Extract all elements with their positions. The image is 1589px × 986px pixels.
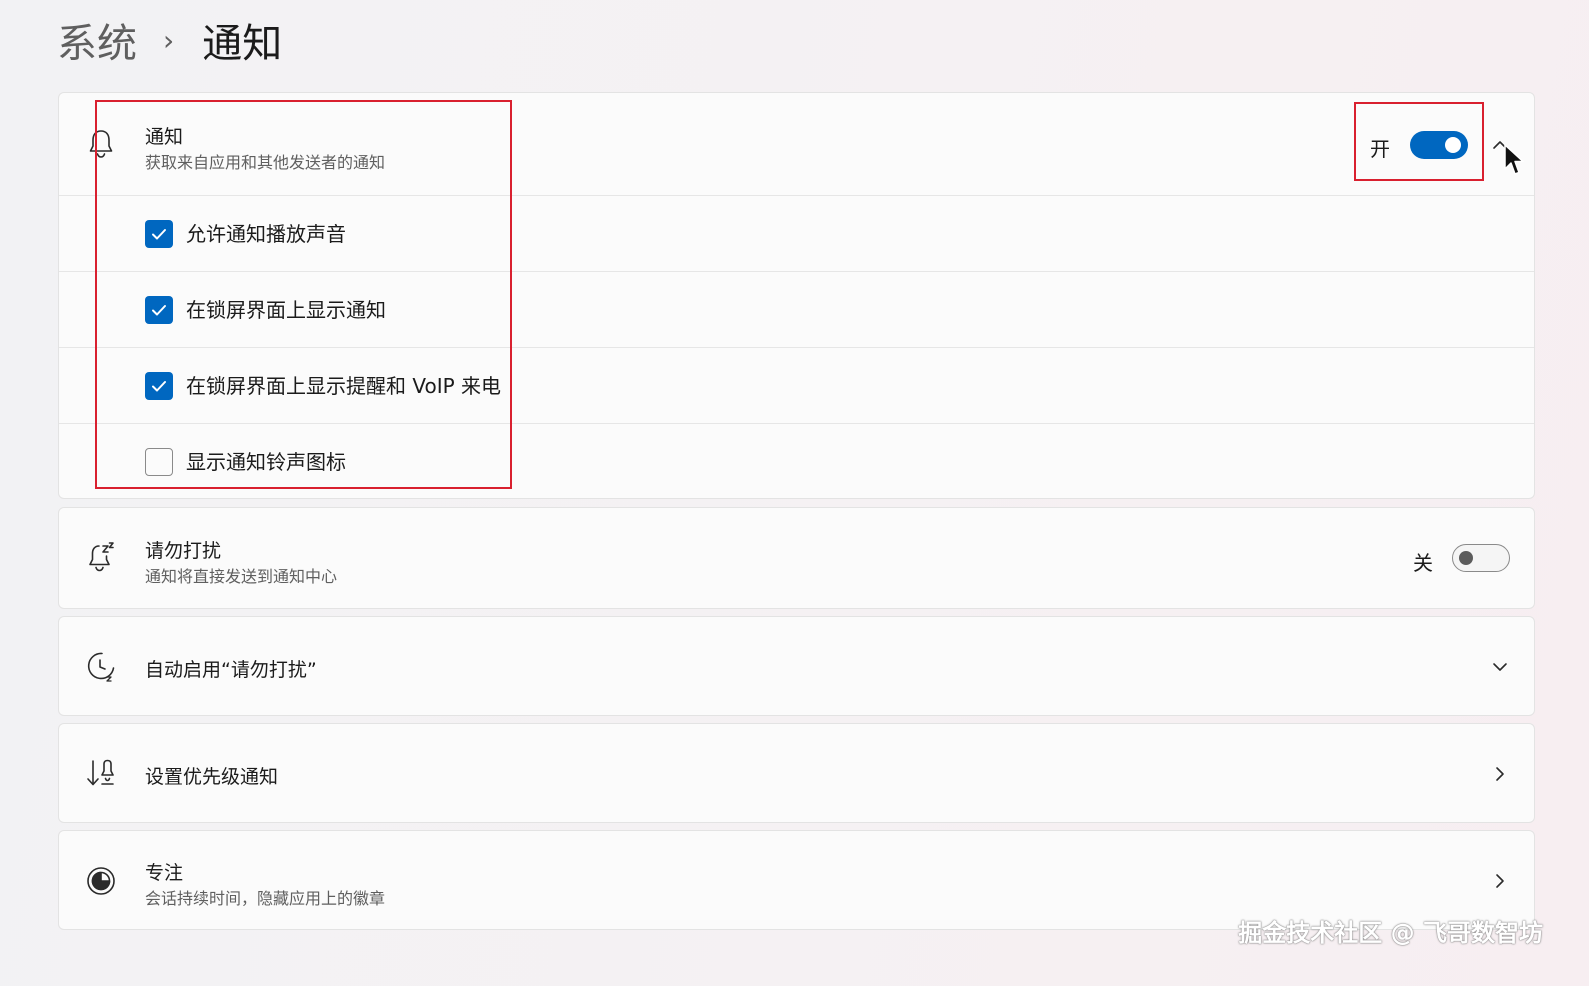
option-label: 显示通知铃声图标	[186, 450, 346, 474]
do-not-disturb-card: 请勿打扰 通知将直接发送到通知中心 关	[58, 507, 1535, 609]
priority-title: 设置优先级通知	[145, 766, 279, 788]
bell-icon	[85, 127, 117, 159]
option-label: 允许通知播放声音	[186, 222, 346, 246]
auto-dnd-title: 自动启用“请勿打扰”	[145, 659, 317, 681]
focus-subtitle: 会话持续时间，隐藏应用上的徽章	[145, 889, 386, 908]
do-not-disturb-toggle[interactable]	[1452, 544, 1510, 572]
breadcrumb-parent-system[interactable]: 系统	[57, 11, 137, 69]
checkbox-checked[interactable]	[145, 220, 173, 248]
do-not-disturb-toggle-label: 关	[1413, 551, 1433, 575]
chevron-right-icon[interactable]	[1490, 871, 1510, 891]
checkbox-unchecked[interactable]	[145, 448, 173, 476]
page-title: 通知	[202, 21, 283, 67]
option-label: 在锁屏界面上显示通知	[186, 298, 386, 322]
checkbox-checked[interactable]	[145, 372, 173, 400]
do-not-disturb-title: 请勿打扰	[145, 540, 222, 562]
option-row-sound[interactable]: 允许通知播放声音	[59, 195, 1534, 271]
clock-icon	[85, 650, 117, 682]
priority-notifications-card[interactable]: 设置优先级通知	[58, 723, 1535, 823]
focus-icon	[85, 865, 117, 897]
do-not-disturb-subtitle: 通知将直接发送到通知中心	[145, 567, 338, 586]
option-label: 在锁屏界面上显示提醒和 VoIP 来电	[186, 374, 502, 398]
chevron-down-icon[interactable]	[1490, 657, 1510, 677]
option-row-bell-icon[interactable]: 显示通知铃声图标	[59, 423, 1534, 499]
bell-snooze-icon	[85, 541, 117, 573]
toggle-knob	[1459, 551, 1473, 565]
mouse-cursor-icon	[1503, 143, 1525, 177]
priority-sort-icon	[85, 757, 117, 789]
breadcrumb-separator: ›	[163, 23, 175, 57]
checkbox-checked[interactable]	[145, 296, 173, 324]
toggle-knob	[1445, 137, 1461, 153]
watermark: 掘金技术社区 @ 飞哥数智坊	[1238, 919, 1543, 947]
option-row-voip[interactable]: 在锁屏界面上显示提醒和 VoIP 来电	[59, 347, 1534, 423]
focus-title: 专注	[145, 862, 184, 884]
notifications-toggle[interactable]	[1410, 131, 1468, 159]
notifications-subtitle: 获取来自应用和其他发送者的通知	[145, 153, 386, 172]
notifications-title: 通知	[145, 126, 184, 148]
notifications-toggle-label: 开	[1370, 137, 1390, 161]
breadcrumb: 系统 › 通知	[57, 8, 282, 72]
auto-dnd-card[interactable]: 自动启用“请勿打扰”	[58, 616, 1535, 716]
option-row-lockscreen[interactable]: 在锁屏界面上显示通知	[59, 271, 1534, 347]
notifications-header-row[interactable]: 通知 获取来自应用和其他发送者的通知 开	[59, 93, 1534, 195]
notifications-card: 通知 获取来自应用和其他发送者的通知 开 允许通知播放声音 在锁屏界面上显示通知…	[58, 92, 1535, 499]
chevron-right-icon[interactable]	[1490, 764, 1510, 784]
